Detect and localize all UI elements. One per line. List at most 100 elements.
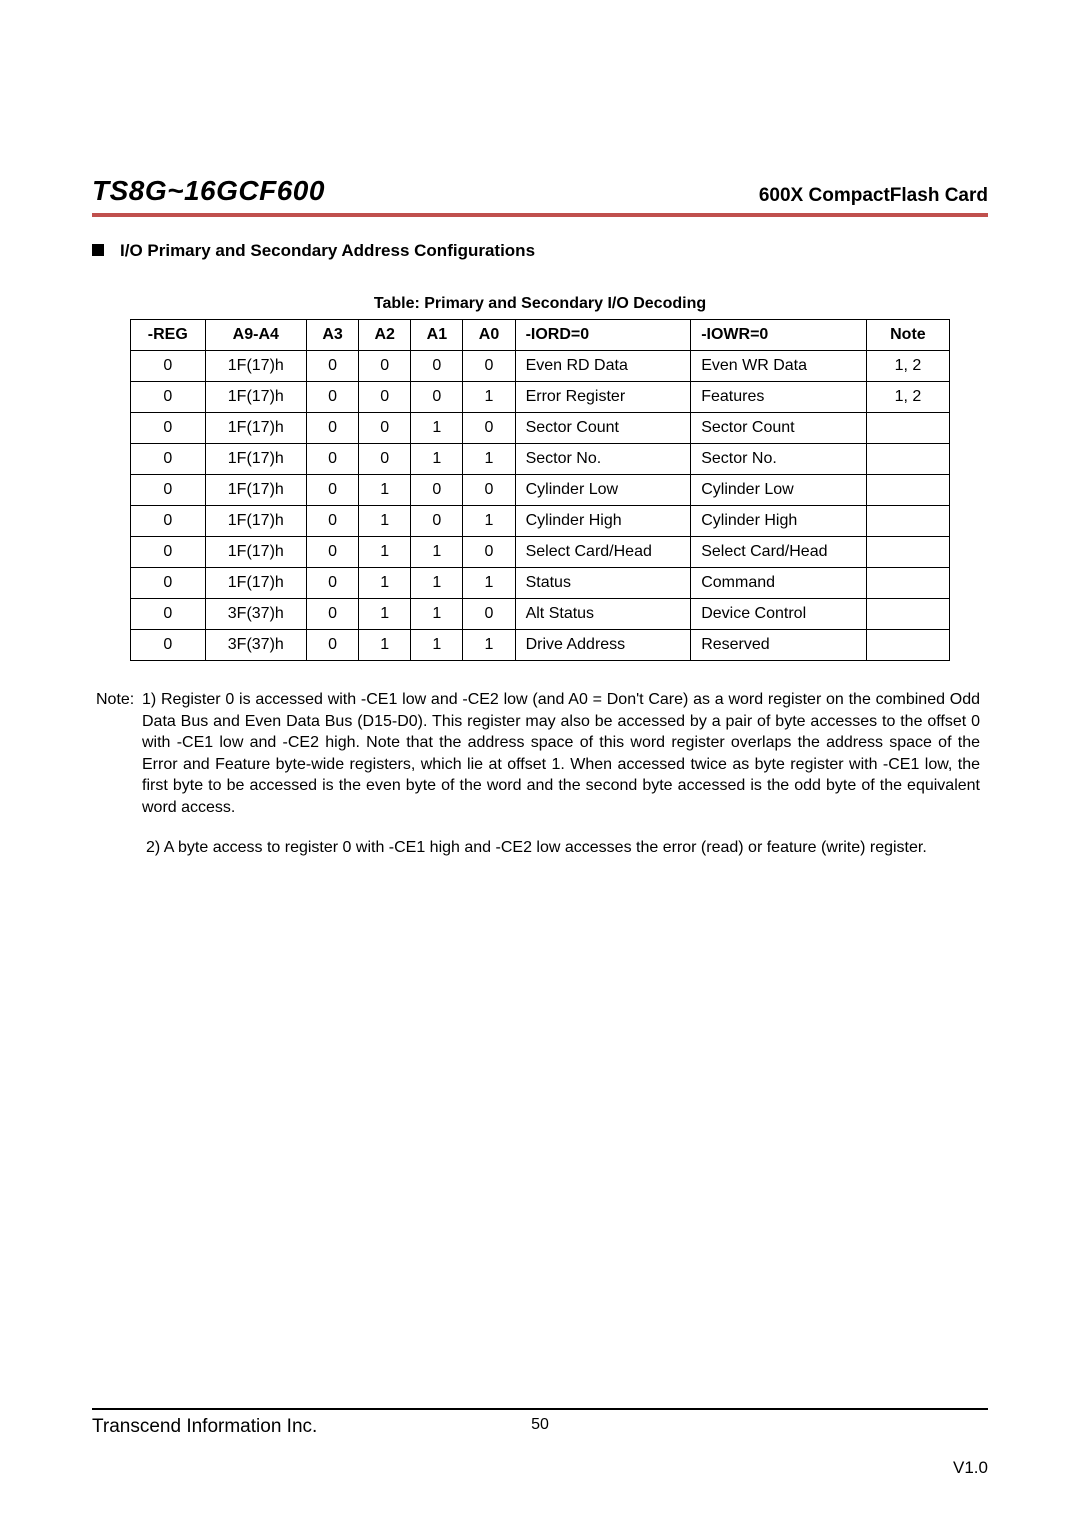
table-cell: 1: [411, 537, 463, 568]
table-cell: 0: [359, 444, 411, 475]
table-cell: Status: [515, 568, 691, 599]
table-cell: Cylinder Low: [691, 475, 867, 506]
table-header-row: -REG A9-A4 A3 A2 A1 A0 -IORD=0 -IOWR=0 N…: [131, 320, 950, 351]
table-cell: 0: [411, 382, 463, 413]
page-header: TS8G~16GCF600 600X CompactFlash Card: [92, 175, 988, 217]
product-subtitle: 600X CompactFlash Card: [759, 185, 988, 207]
table-cell: 1F(17)h: [205, 537, 306, 568]
page: TS8G~16GCF600 600X CompactFlash Card I/O…: [0, 0, 1080, 1528]
table-cell: 1: [463, 568, 515, 599]
table-cell: 1: [463, 444, 515, 475]
table-cell: Select Card/Head: [691, 537, 867, 568]
table-cell: 0: [131, 413, 206, 444]
table-cell: Sector Count: [515, 413, 691, 444]
table-cell: 0: [359, 351, 411, 382]
col-iowr: -IOWR=0: [691, 320, 867, 351]
table-cell: [866, 537, 949, 568]
table-cell: 0: [307, 568, 359, 599]
table-cell: 1: [411, 568, 463, 599]
table-cell: [866, 413, 949, 444]
table-cell: 1: [411, 630, 463, 661]
product-title: TS8G~16GCF600: [92, 175, 325, 207]
table-cell: [866, 475, 949, 506]
table-cell: 1: [411, 599, 463, 630]
table-cell: 1: [359, 475, 411, 506]
table-row: 01F(17)h0000Even RD DataEven WR Data1, 2: [131, 351, 950, 382]
io-decoding-table: -REG A9-A4 A3 A2 A1 A0 -IORD=0 -IOWR=0 N…: [130, 319, 950, 661]
table-cell: Even WR Data: [691, 351, 867, 382]
table-cell: 0: [131, 630, 206, 661]
col-a0: A0: [463, 320, 515, 351]
section-heading-row: I/O Primary and Secondary Address Config…: [92, 241, 988, 261]
table-cell: 1F(17)h: [205, 475, 306, 506]
table-cell: Error Register: [515, 382, 691, 413]
table-row: 01F(17)h0101Cylinder HighCylinder High: [131, 506, 950, 537]
table-row: 01F(17)h0110Select Card/HeadSelect Card/…: [131, 537, 950, 568]
notes-block: Note:1) Register 0 is accessed with -CE1…: [92, 689, 988, 858]
table-cell: 0: [463, 413, 515, 444]
table-cell: 3F(37)h: [205, 599, 306, 630]
section-heading: I/O Primary and Secondary Address Config…: [120, 241, 535, 261]
note-label: Note:: [96, 689, 142, 711]
table-row: 01F(17)h0100Cylinder LowCylinder Low: [131, 475, 950, 506]
table-cell: 0: [463, 537, 515, 568]
table-cell: Sector No.: [691, 444, 867, 475]
table-cell: 0: [411, 475, 463, 506]
col-a9a4: A9-A4: [205, 320, 306, 351]
table-cell: 1: [411, 413, 463, 444]
table-cell: 0: [131, 537, 206, 568]
table-cell: Alt Status: [515, 599, 691, 630]
table-cell: 0: [411, 351, 463, 382]
table-cell: 0: [131, 444, 206, 475]
table-cell: 0: [131, 475, 206, 506]
table-cell: 0: [131, 382, 206, 413]
table-cell: [866, 568, 949, 599]
table-cell: 0: [131, 568, 206, 599]
table-cell: 1F(17)h: [205, 568, 306, 599]
table-cell: 0: [307, 599, 359, 630]
table-cell: 0: [131, 351, 206, 382]
table-cell: Even RD Data: [515, 351, 691, 382]
table-cell: Sector Count: [691, 413, 867, 444]
table-cell: [866, 599, 949, 630]
table-cell: Reserved: [691, 630, 867, 661]
table-cell: 0: [307, 413, 359, 444]
table-row: 03F(37)h0110Alt StatusDevice Control: [131, 599, 950, 630]
table-cell: 0: [307, 506, 359, 537]
table-cell: Cylinder High: [515, 506, 691, 537]
table-cell: 1: [411, 444, 463, 475]
table-cell: 1: [359, 506, 411, 537]
footer-version: V1.0: [953, 1458, 988, 1478]
note-text-1: 1) Register 0 is accessed with -CE1 low …: [142, 689, 980, 819]
table-cell: 0: [359, 413, 411, 444]
table-cell: 0: [463, 599, 515, 630]
table-cell: 0: [307, 475, 359, 506]
table-cell: 1F(17)h: [205, 506, 306, 537]
table-row: 03F(37)h0111Drive AddressReserved: [131, 630, 950, 661]
col-iord: -IORD=0: [515, 320, 691, 351]
table-cell: 1, 2: [866, 382, 949, 413]
table-cell: [866, 444, 949, 475]
table-cell: Drive Address: [515, 630, 691, 661]
table-cell: 1: [463, 382, 515, 413]
col-a2: A2: [359, 320, 411, 351]
table-cell: Cylinder High: [691, 506, 867, 537]
note-text-2: 2) A byte access to register 0 with -CE1…: [146, 837, 984, 859]
table-cell: 1F(17)h: [205, 413, 306, 444]
table-cell: Features: [691, 382, 867, 413]
table-row: 01F(17)h0001Error RegisterFeatures1, 2: [131, 382, 950, 413]
col-a1: A1: [411, 320, 463, 351]
footer-page-number: 50: [531, 1416, 549, 1434]
table-cell: 0: [463, 351, 515, 382]
table-cell: 1: [359, 568, 411, 599]
table-cell: 1F(17)h: [205, 351, 306, 382]
table-caption: Table: Primary and Secondary I/O Decodin…: [92, 295, 988, 313]
table-cell: 1F(17)h: [205, 444, 306, 475]
table-cell: 0: [131, 599, 206, 630]
table-cell: 1: [463, 506, 515, 537]
table-cell: 0: [307, 630, 359, 661]
table-cell: 3F(37)h: [205, 630, 306, 661]
table-cell: 0: [411, 506, 463, 537]
table-cell: 1F(17)h: [205, 382, 306, 413]
table-cell: 1: [359, 599, 411, 630]
